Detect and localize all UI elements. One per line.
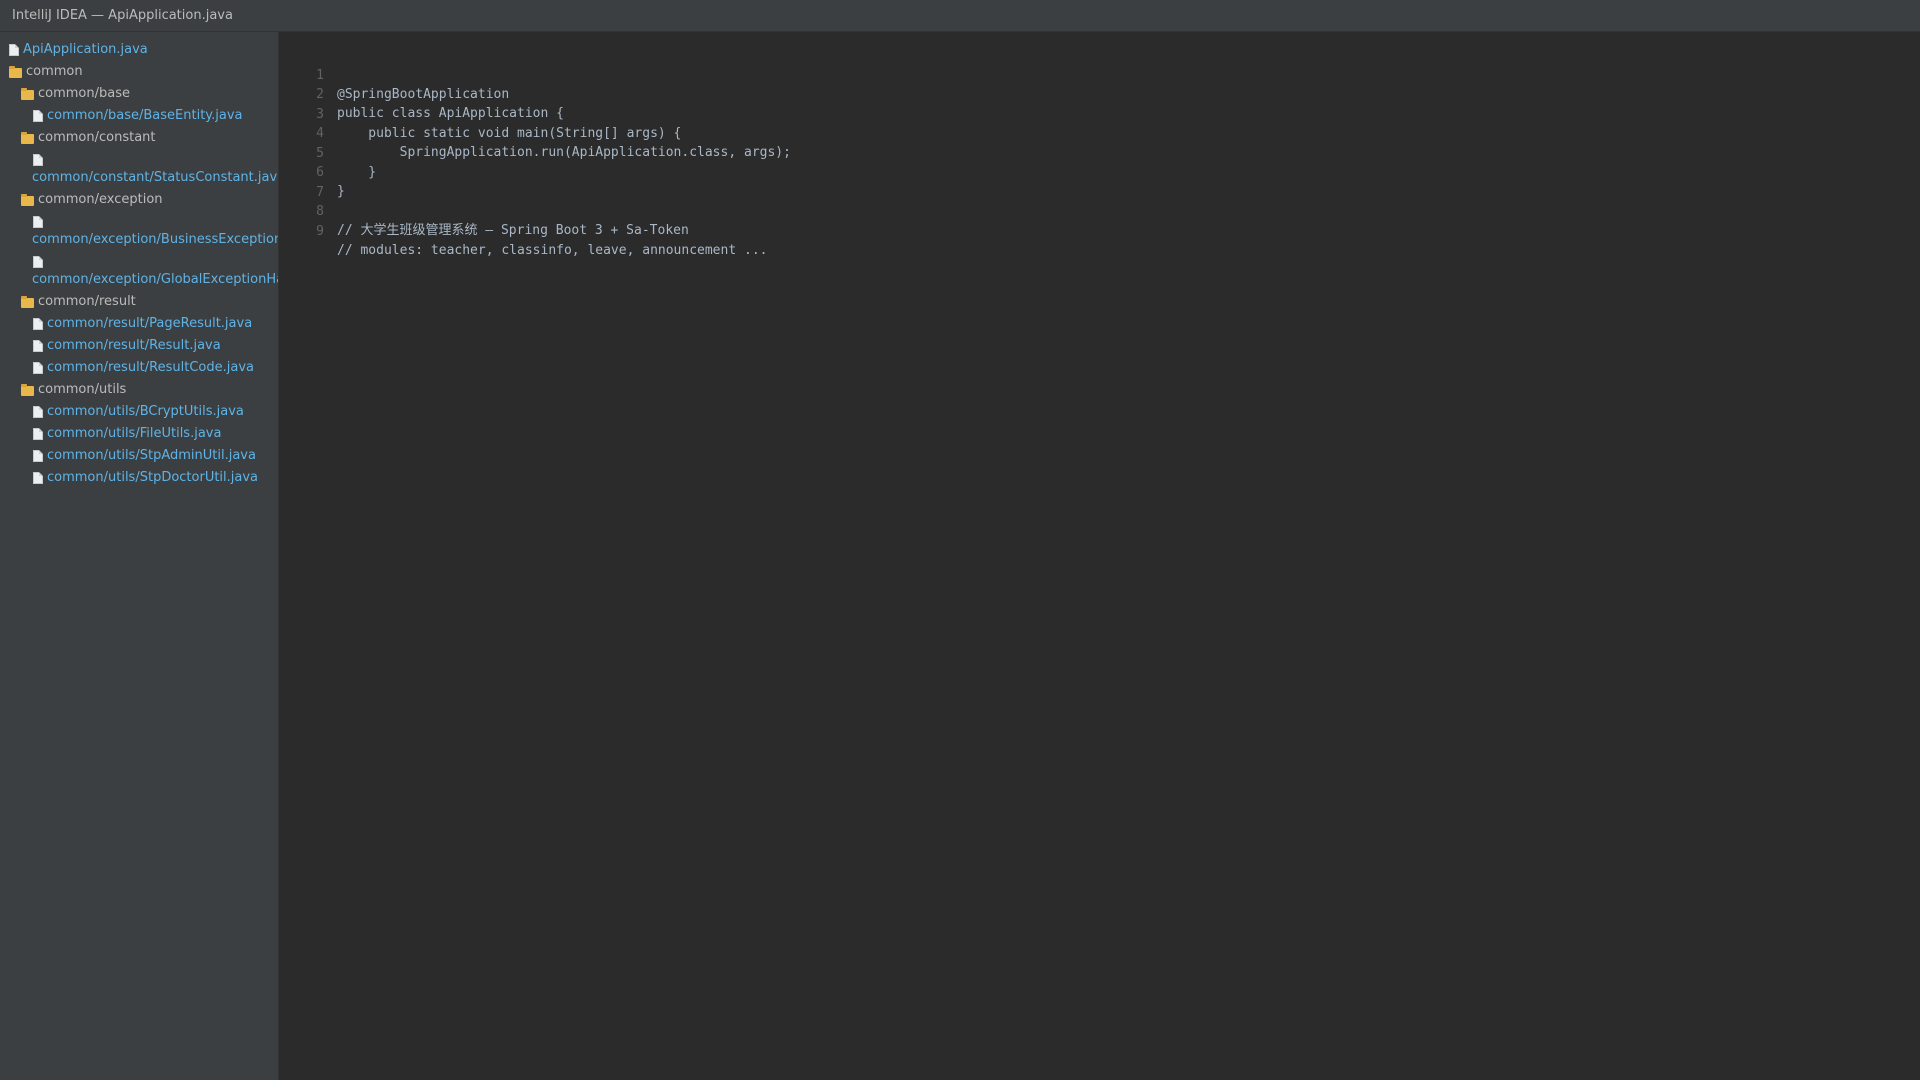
tree-item-label: common/utils/FileUtils.java	[47, 426, 222, 441]
tree-item-apiapplication-java[interactable]: ApiApplication.java	[9, 42, 148, 59]
code-line[interactable]: 5 }	[280, 125, 376, 180]
tree-item-common-utils[interactable]: common/utils	[21, 382, 126, 399]
file-icon	[33, 215, 43, 228]
tree-item-bcryptutils-java[interactable]: common/utils/BCryptUtils.java	[33, 404, 244, 421]
code-line[interactable]: 1 @SpringBootApplication	[280, 47, 509, 102]
tree-item-baseentity-java[interactable]: common/base/BaseEntity.java	[33, 108, 243, 125]
tree-item-common-constant[interactable]: common/constant	[21, 130, 156, 147]
tree-item-label: common	[26, 64, 83, 79]
file-icon	[33, 153, 43, 166]
code-text: public static void main(String[] args) {	[337, 126, 682, 141]
code-line[interactable]: 6 }	[280, 144, 345, 199]
tree-item-statusconstant-java[interactable]	[33, 152, 47, 168]
folder-icon	[21, 193, 34, 206]
folder-icon	[21, 87, 34, 100]
code-text: @SpringBootApplication	[337, 87, 510, 102]
tree-item-label: common/base/BaseEntity.java	[47, 108, 243, 123]
tree-item-label: ApiApplication.java	[23, 42, 148, 57]
tree-item-label[interactable]: common/constant/StatusConstant.java	[32, 170, 278, 186]
tree-item-result-java[interactable]: common/result/Result.java	[33, 338, 221, 355]
tree-item-label: common/utils	[38, 382, 127, 397]
code-line[interactable]: 3 public static void main(String[] args)…	[280, 86, 681, 141]
tree-item-common-result[interactable]: common/result	[21, 294, 136, 311]
tree-item-common-exception[interactable]: common/exception	[21, 192, 163, 209]
code-text: }	[337, 184, 345, 199]
code-text: public class ApiApplication {	[337, 106, 564, 121]
tree-item-label[interactable]: common/exception/GlobalExceptionHandler.…	[32, 272, 278, 288]
tree-item-label: common/base	[38, 86, 130, 101]
tree-item-common[interactable]: common	[9, 64, 83, 81]
line-number: 9	[316, 224, 324, 239]
folder-icon	[21, 383, 34, 396]
file-icon	[33, 406, 43, 418]
tree-item-pageresult-java[interactable]: common/result/PageResult.java	[33, 316, 252, 333]
tree-item-label: common/result/Result.java	[47, 338, 221, 353]
code-line[interactable]: 4 SpringApplication.run(ApiApplication.c…	[280, 105, 791, 160]
folder-icon	[21, 131, 34, 144]
tree-item-label: common/result/ResultCode.java	[47, 360, 254, 375]
tree-item-globalexceptionhandler-java[interactable]	[33, 254, 47, 270]
file-icon	[33, 110, 43, 122]
file-icon	[33, 340, 43, 352]
tree-item-label: common/constant	[38, 130, 156, 145]
file-icon	[33, 362, 43, 374]
tree-item-common-base[interactable]: common/base	[21, 86, 130, 103]
file-icon	[33, 318, 43, 330]
tree-item-label[interactable]: common/exception/BusinessException.java	[32, 232, 278, 248]
tree-item-label: common/utils/BCryptUtils.java	[47, 404, 244, 419]
code-text: // modules: teacher, classinfo, leave, a…	[337, 243, 768, 258]
tree-item-label: common/result	[38, 294, 136, 309]
tree-item-label: common/exception	[38, 192, 163, 207]
file-icon	[33, 450, 43, 462]
folder-icon	[21, 295, 34, 308]
tree-item-label: common/utils/StpAdminUtil.java	[47, 448, 256, 463]
project-tree[interactable]: ApiApplication.java common common/base c…	[0, 32, 279, 1080]
code-line[interactable]: 9 // modules: teacher, classinfo, leave,…	[280, 203, 767, 258]
tree-item-fileutils-java[interactable]: common/utils/FileUtils.java	[33, 426, 221, 443]
file-icon	[9, 44, 19, 56]
code-line[interactable]: 2 public class ApiApplication {	[280, 66, 564, 121]
tree-item-label: common/utils/StpDoctorUtil.java	[47, 470, 259, 485]
window-title: IntelliJ IDEA — ApiApplication.java	[12, 8, 233, 23]
tree-item-businessexception-java[interactable]	[33, 214, 47, 230]
tree-item-resultcode-java[interactable]: common/result/ResultCode.java	[33, 360, 254, 377]
code-line[interactable]: 8 // 大学生班级管理系统 — Spring Boot 3 + Sa-Toke…	[280, 183, 689, 238]
code-text: SpringApplication.run(ApiApplication.cla…	[337, 145, 791, 160]
code-editor[interactable]: 1 @SpringBootApplication 2 public class …	[280, 32, 1920, 1080]
file-icon	[33, 472, 43, 484]
file-icon	[33, 428, 43, 440]
tree-item-label: common/result/PageResult.java	[47, 316, 253, 331]
tree-item-stpadminutil-java[interactable]: common/utils/StpAdminUtil.java	[33, 448, 256, 465]
code-line[interactable]: 7	[280, 164, 324, 200]
title-bar: IntelliJ IDEA — ApiApplication.java	[0, 0, 1920, 32]
code-text: // 大学生班级管理系统 — Spring Boot 3 + Sa-Token	[337, 223, 689, 238]
folder-icon	[9, 65, 22, 78]
tree-item-stpdoctorutil-java[interactable]: common/utils/StpDoctorUtil.java	[33, 470, 258, 487]
file-icon	[33, 255, 43, 268]
code-text: }	[337, 165, 377, 180]
